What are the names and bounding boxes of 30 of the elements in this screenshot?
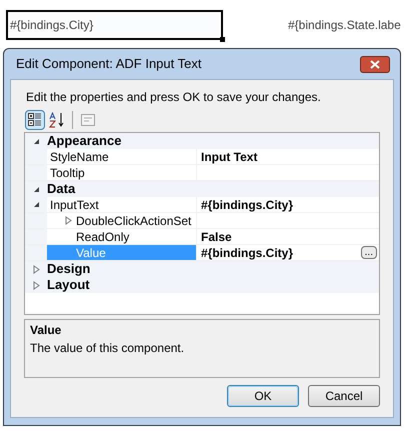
category-header[interactable]: Appearance — [47, 131, 122, 151]
property-value-field[interactable]: Input Text — [197, 149, 379, 164]
categorized-view-button[interactable] — [25, 110, 45, 130]
property-value-field[interactable]: False — [197, 229, 379, 244]
property-name[interactable]: Tooltip — [47, 165, 197, 180]
category-header[interactable]: Data — [47, 179, 76, 199]
dialog-button[interactable]: Cancel — [308, 385, 380, 407]
property-name[interactable]: DoubleClickActionSet — [47, 213, 197, 228]
property-value-field[interactable]: #{bindings.City} ... — [197, 245, 379, 260]
close-button[interactable] — [360, 56, 390, 72]
expanded-triangle-icon[interactable] — [32, 138, 40, 144]
description-title: Value — [30, 322, 62, 339]
property-name[interactable]: StyleName — [47, 149, 197, 164]
binding-label: #{bindings.State.labe — [288, 17, 401, 34]
instruction-text: Edit the properties and press OK to save your changes. — [26, 89, 322, 106]
property-value-field[interactable] — [197, 165, 379, 180]
description-text: The value of this component. — [30, 340, 186, 357]
property-name[interactable]: ReadOnly — [47, 229, 197, 244]
close-icon — [370, 60, 380, 68]
property-name[interactable]: InputText — [47, 197, 197, 212]
text-field[interactable]: #{bindings.City} — [6, 10, 223, 40]
ellipsis-button[interactable]: ... — [360, 246, 377, 259]
window-title: Edit Component: ADF Input Text — [16, 55, 202, 74]
property-value-field[interactable] — [197, 213, 379, 228]
resize-handle[interactable] — [220, 37, 225, 42]
collapsed-triangle-icon[interactable] — [64, 216, 72, 225]
property-value-field[interactable]: #{bindings.City} — [197, 197, 379, 212]
expanded-triangle-icon[interactable] — [32, 186, 40, 192]
expanded-triangle-icon[interactable] — [32, 201, 40, 208]
dialog-button[interactable]: OK — [227, 385, 299, 407]
